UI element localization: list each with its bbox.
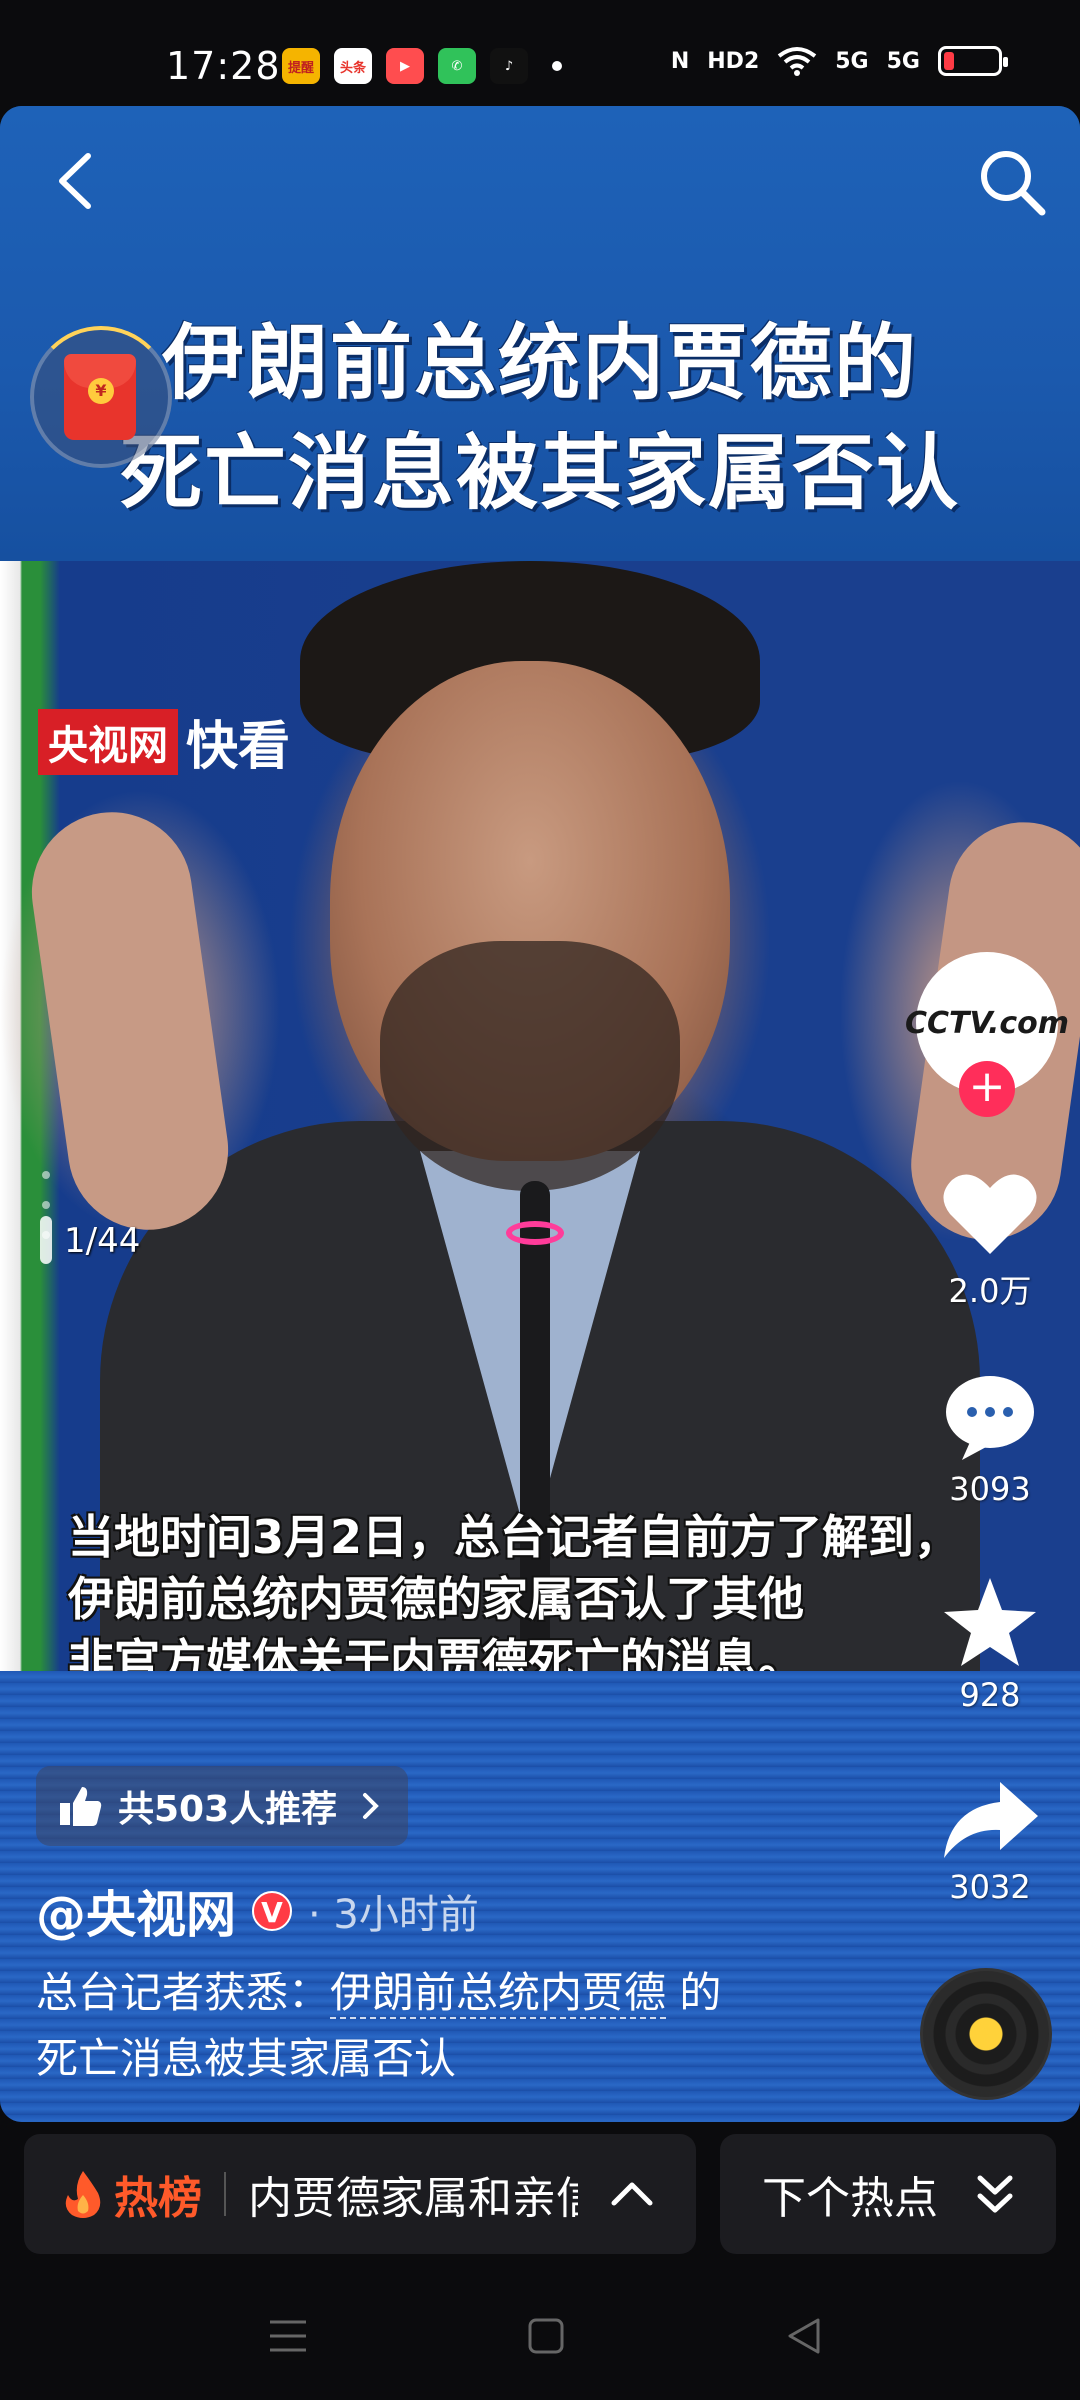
post-time: · 3小时前 bbox=[308, 1892, 479, 1938]
fire-icon bbox=[65, 2171, 101, 2218]
more-notifications-dot bbox=[552, 61, 562, 71]
status-bar: 17:28 提醒 头条 ▶ ✆ ♪ N HD2 5G 5G bbox=[0, 0, 1080, 106]
desc-line-2: 死亡消息被其家属否认 bbox=[36, 2034, 457, 2083]
hot-list-label: 热榜 bbox=[114, 2173, 202, 2224]
thumbs-up-icon bbox=[60, 1787, 102, 1826]
scroll-dots bbox=[42, 1171, 50, 1261]
avatar-logo-text: CCTV.com bbox=[904, 1005, 1070, 1041]
caption-line-2: 伊朗前总统内贾德的家属否认了其他 bbox=[68, 1572, 804, 1626]
cctv-watermark-logo: 央视网 快看 bbox=[38, 704, 290, 779]
share-button[interactable]: 3032 bbox=[920, 1780, 1060, 1906]
logo-suffix: 快看 bbox=[186, 717, 291, 777]
author-name[interactable]: @央视网 bbox=[36, 1875, 236, 1947]
hd-voice-icon: HD2 bbox=[707, 48, 760, 74]
status-time: 17:28 bbox=[166, 44, 281, 88]
follow-button[interactable]: + bbox=[959, 1061, 1015, 1117]
author-row: @央视网 V · 3小时前 bbox=[36, 1875, 479, 1947]
logo-text: 央视网 bbox=[38, 708, 178, 775]
toutiao-icon: 头条 bbox=[334, 48, 372, 84]
recommend-button[interactable]: 共503人推荐 bbox=[36, 1766, 408, 1846]
red-envelope-button[interactable]: ¥ bbox=[30, 326, 172, 468]
battery-icon bbox=[938, 46, 1008, 76]
photo-mic-ring bbox=[506, 1221, 564, 1245]
favorite-count: 928 bbox=[959, 1676, 1021, 1714]
image-caption: 当地时间3月2日，总台记者自前方了解到， 伊朗前总统内贾德的家属否认了其他 非官… bbox=[68, 1506, 960, 1692]
like-button[interactable]: 2.0万 bbox=[920, 1168, 1060, 1312]
caption-line-1: 当地时间3月2日，总台记者自前方了解到， bbox=[68, 1510, 961, 1564]
topic-link[interactable]: 伊朗前总统内贾德 bbox=[330, 1968, 667, 2019]
desc-prefix: 总台记者获悉： bbox=[36, 1968, 331, 2017]
verified-badge-icon: V bbox=[252, 1891, 292, 1931]
app-icon-1: 提醒 bbox=[282, 48, 320, 84]
music-disc-icon[interactable] bbox=[920, 1968, 1052, 2100]
double-chevron-down-icon bbox=[977, 2175, 1013, 2213]
nfc-icon: N bbox=[670, 48, 690, 74]
favorite-button[interactable]: 928 bbox=[920, 1576, 1060, 1714]
signal-5g-icon-2: 5G bbox=[886, 48, 920, 74]
video-icon: ▶ bbox=[386, 48, 424, 84]
back-arrow-icon[interactable] bbox=[48, 146, 108, 216]
page-indicator: 1/44 bbox=[64, 1221, 141, 1261]
chevron-right-icon bbox=[363, 1793, 379, 1819]
back-nav-icon[interactable] bbox=[782, 2314, 826, 2358]
desc-suffix: 的 bbox=[666, 1968, 722, 2017]
wifi-icon bbox=[778, 47, 817, 76]
notification-icons: 提醒 头条 ▶ ✆ ♪ bbox=[282, 48, 562, 84]
star-icon bbox=[944, 1578, 1036, 1666]
comment-icon bbox=[946, 1376, 1034, 1460]
photo-beard bbox=[380, 941, 680, 1191]
hot-list-bar[interactable]: 热榜 内贾德家属和亲信 bbox=[24, 2134, 696, 2254]
next-hot-label: 下个热点 bbox=[762, 2173, 938, 2224]
recommend-label: 共503人推荐 bbox=[118, 1789, 338, 1830]
post-description: 总台记者获悉：伊朗前总统内贾德 的 死亡消息被其家属否认 bbox=[36, 1960, 836, 2092]
hot-bar-divider bbox=[224, 2172, 226, 2216]
like-count: 2.0万 bbox=[948, 1272, 1032, 1310]
menu-nav-icon[interactable] bbox=[266, 2314, 310, 2358]
title-banner: 伊朗前总统内贾德的 死亡消息被其家属否认 bbox=[0, 106, 1080, 561]
comment-count: 3093 bbox=[949, 1470, 1031, 1508]
heart-icon bbox=[943, 1174, 1037, 1254]
red-envelope-icon: ¥ bbox=[64, 354, 136, 440]
signal-5g-icon-1: 5G bbox=[835, 48, 869, 74]
search-icon[interactable] bbox=[974, 144, 1050, 220]
share-arrow-icon bbox=[944, 1782, 1038, 1858]
system-status: N HD2 5G 5G bbox=[670, 46, 1008, 76]
chevron-up-icon[interactable] bbox=[608, 2179, 656, 2209]
hot-topic-text: 内贾德家属和亲信 bbox=[248, 2173, 578, 2224]
share-count: 3032 bbox=[949, 1868, 1031, 1906]
phone-icon: ✆ bbox=[438, 48, 476, 84]
tiktok-icon: ♪ bbox=[490, 48, 528, 84]
next-hot-button[interactable]: 下个热点 bbox=[720, 2134, 1056, 2254]
system-nav-bar bbox=[0, 2270, 1080, 2400]
home-nav-icon[interactable] bbox=[524, 2314, 568, 2358]
comment-button[interactable]: 3093 bbox=[920, 1372, 1060, 1508]
photo-left-hand bbox=[21, 801, 239, 1241]
